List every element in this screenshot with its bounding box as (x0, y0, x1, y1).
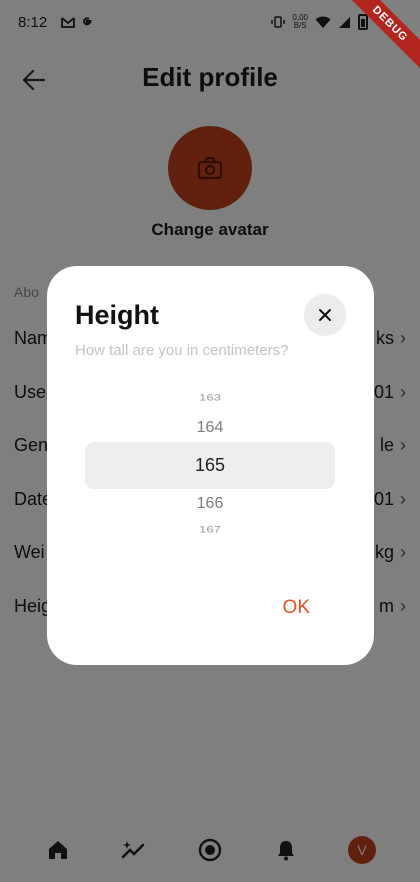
height-picker[interactable]: 163 164 165 166 167 (85, 378, 335, 548)
dialog-subtitle: How tall are you in centimeters? (75, 342, 289, 359)
ok-button[interactable]: OK (283, 597, 310, 619)
picker-item[interactable]: 164 (85, 419, 335, 437)
picker-item[interactable]: 163 (85, 392, 335, 403)
picker-item[interactable]: 167 (85, 524, 335, 535)
height-dialog: Height How tall are you in centimeters? … (47, 266, 374, 665)
dialog-title: Height (75, 300, 159, 330)
picker-item[interactable]: 166 (85, 495, 335, 513)
close-icon[interactable] (304, 294, 346, 336)
picker-item-selected[interactable]: 165 (85, 455, 335, 476)
